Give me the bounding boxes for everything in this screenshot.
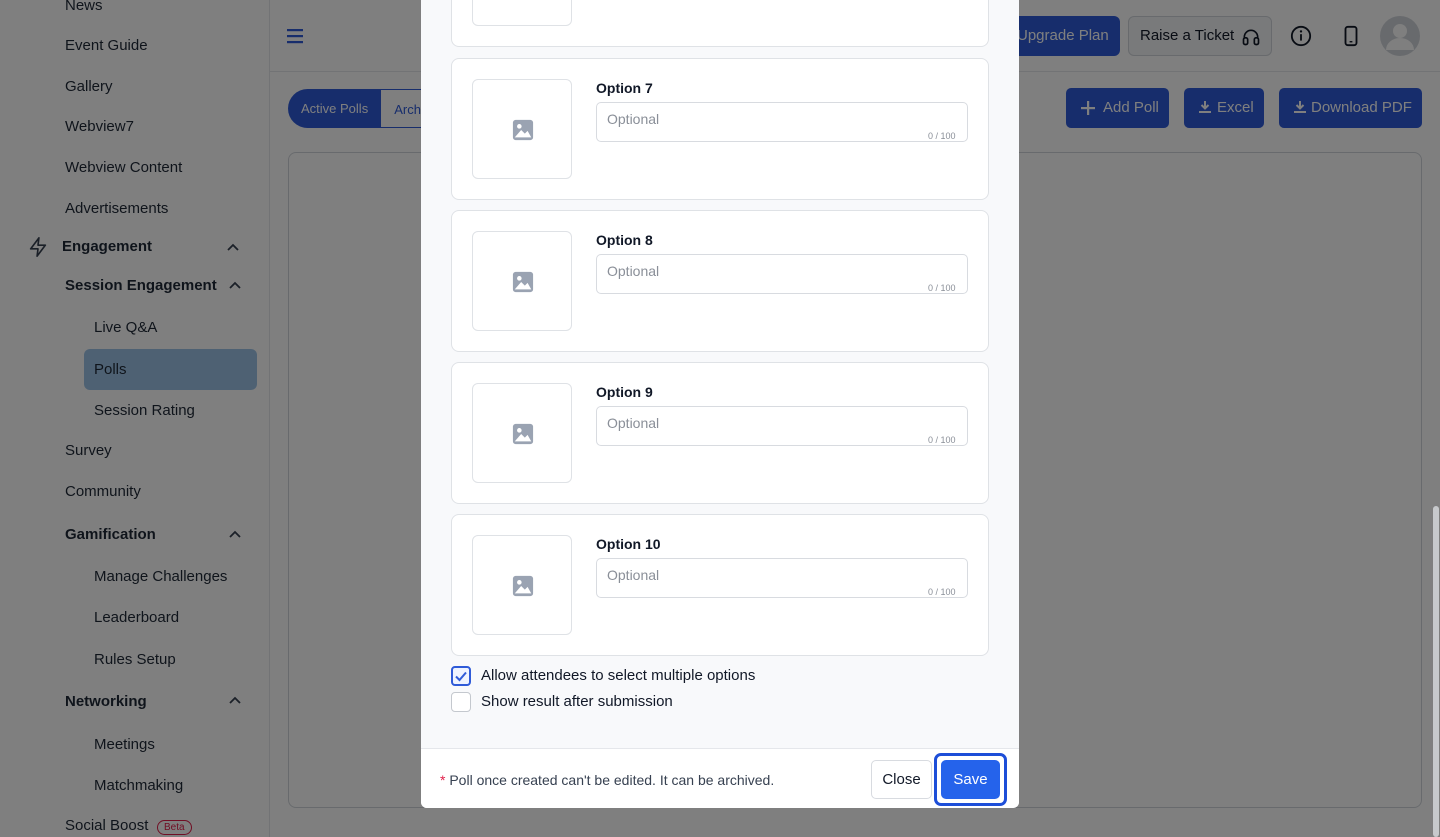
- image-placeholder-icon: [512, 423, 534, 445]
- option-text-input[interactable]: [596, 406, 968, 446]
- show-result-checkbox[interactable]: [451, 692, 471, 712]
- option-image-upload[interactable]: [472, 535, 572, 635]
- checkmark-icon: [455, 671, 467, 682]
- option-char-counter: 0 / 100: [928, 435, 956, 445]
- option-label: Option 9: [596, 384, 653, 400]
- option-label: Option 7: [596, 80, 653, 96]
- option-card: Option 8 0 / 100: [451, 210, 989, 352]
- option-image-upload[interactable]: [472, 231, 572, 331]
- option-card: Option 9 0 / 100: [451, 362, 989, 504]
- modal-footer: * Poll once created can't be edited. It …: [421, 748, 1019, 808]
- option-char-counter: 0 / 100: [928, 587, 956, 597]
- option-card: Option 7 0 / 100: [451, 58, 989, 200]
- create-poll-modal: Option 7 0 / 100 Option 8 0 / 100 Option…: [421, 0, 1019, 808]
- image-placeholder-icon: [512, 119, 534, 141]
- footer-note-text: Poll once created can't be edited. It ca…: [449, 772, 775, 788]
- save-button[interactable]: Save: [941, 760, 1000, 799]
- option-char-counter: 0 / 100: [928, 283, 956, 293]
- option-image-upload[interactable]: [472, 0, 572, 26]
- option-card-previous: [451, 0, 989, 47]
- page-scrollbar[interactable]: [1431, 0, 1440, 837]
- option-label: Option 8: [596, 232, 653, 248]
- option-image-upload[interactable]: [472, 79, 572, 179]
- option-label: Option 10: [596, 536, 661, 552]
- image-placeholder-icon: [512, 271, 534, 293]
- multi-select-checkbox[interactable]: [451, 666, 471, 686]
- required-asterisk: *: [440, 772, 446, 788]
- close-button[interactable]: Close: [871, 760, 932, 799]
- show-result-label[interactable]: Show result after submission: [481, 693, 673, 710]
- footer-note: * Poll once created can't be edited. It …: [440, 772, 774, 788]
- scrollbar-thumb[interactable]: [1433, 506, 1439, 837]
- image-placeholder-icon: [512, 575, 534, 597]
- option-card: Option 10 0 / 100: [451, 514, 989, 656]
- option-char-counter: 0 / 100: [928, 131, 956, 141]
- option-text-input[interactable]: [596, 558, 968, 598]
- option-image-upload[interactable]: [472, 383, 572, 483]
- option-text-input[interactable]: [596, 254, 968, 294]
- multi-select-label[interactable]: Allow attendees to select multiple optio…: [481, 667, 755, 684]
- option-text-input[interactable]: [596, 102, 968, 142]
